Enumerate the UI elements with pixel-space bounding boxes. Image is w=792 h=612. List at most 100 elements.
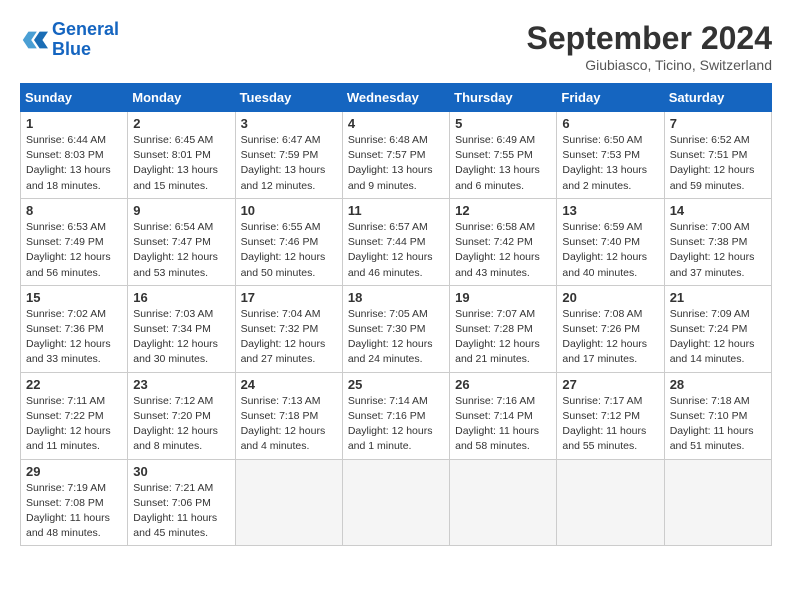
col-tuesday: Tuesday [235, 84, 342, 112]
day-info: Sunrise: 6:52 AMSunset: 7:51 PMDaylight:… [670, 133, 766, 194]
day-number: 8 [26, 203, 122, 218]
calendar-day-30: 30 Sunrise: 7:21 AMSunset: 7:06 PMDayligh… [128, 459, 235, 546]
logo-text: General Blue [52, 20, 119, 60]
calendar-day-15: 15Sunrise: 7:02 AMSunset: 7:36 PMDayligh… [21, 285, 128, 372]
day-info: Sunrise: 6:50 AMSunset: 7:53 PMDaylight:… [562, 133, 658, 194]
calendar-day-21: 21 Sunrise: 7:09 AMSunset: 7:24 PMDayligh… [664, 285, 771, 372]
calendar-day-17: 17Sunrise: 7:04 AMSunset: 7:32 PMDayligh… [235, 285, 342, 372]
calendar-day-19: 19 Sunrise: 7:07 AMSunset: 7:28 PMDayligh… [450, 285, 557, 372]
day-info: Sunrise: 7:18 AMSunset: 7:10 PMDaylight:… [670, 394, 766, 455]
day-info: Sunrise: 7:14 AMSunset: 7:16 PMDaylight:… [348, 394, 444, 455]
day-number: 17 [241, 290, 337, 305]
day-number: 23 [133, 377, 229, 392]
calendar-day-9: 9 Sunrise: 6:54 AMSunset: 7:47 PMDaylight… [128, 198, 235, 285]
month-title: September 2024 [527, 20, 772, 57]
day-info: Sunrise: 7:03 AMSunset: 7:34 PMDaylight:… [133, 307, 229, 368]
day-info: Sunrise: 7:02 AMSunset: 7:36 PMDaylight:… [26, 307, 122, 368]
day-number: 25 [348, 377, 444, 392]
day-number: 10 [241, 203, 337, 218]
day-number: 28 [670, 377, 766, 392]
calendar-day-11: 11Sunrise: 6:57 AMSunset: 7:44 PMDayligh… [342, 198, 449, 285]
day-info: Sunrise: 7:19 AMSunset: 7:08 PMDaylight:… [26, 481, 122, 542]
day-info: Sunrise: 7:09 AMSunset: 7:24 PMDaylight:… [670, 307, 766, 368]
calendar-day-empty [664, 459, 771, 546]
day-number: 20 [562, 290, 658, 305]
day-info: Sunrise: 7:13 AMSunset: 7:18 PMDaylight:… [241, 394, 337, 455]
calendar-day-10: 10 Sunrise: 6:55 AMSunset: 7:46 PMDayligh… [235, 198, 342, 285]
calendar-body: 1 Sunrise: 6:44 AMSunset: 8:03 PMDaylight… [21, 112, 772, 546]
day-info: Sunrise: 6:54 AMSunset: 7:47 PMDaylight:… [133, 220, 229, 281]
calendar-day-22: 22 Sunrise: 7:11 AMSunset: 7:22 PMDayligh… [21, 372, 128, 459]
calendar-day-13: 13 Sunrise: 6:59 AMSunset: 7:40 PMDayligh… [557, 198, 664, 285]
calendar-day-23: 23Sunrise: 7:12 AMSunset: 7:20 PMDayligh… [128, 372, 235, 459]
logo-line2: Blue [52, 39, 91, 59]
day-info: Sunrise: 6:49 AMSunset: 7:55 PMDaylight:… [455, 133, 551, 194]
logo-icon [20, 26, 48, 54]
day-number: 12 [455, 203, 551, 218]
day-info: Sunrise: 6:55 AMSunset: 7:46 PMDaylight:… [241, 220, 337, 281]
day-number: 2 [133, 116, 229, 131]
location: Giubiasco, Ticino, Switzerland [527, 57, 772, 73]
day-number: 21 [670, 290, 766, 305]
day-number: 4 [348, 116, 444, 131]
calendar-day-27: 27Sunrise: 7:17 AMSunset: 7:12 PMDayligh… [557, 372, 664, 459]
calendar-day-8: 8 Sunrise: 6:53 AMSunset: 7:49 PMDaylight… [21, 198, 128, 285]
day-number: 19 [455, 290, 551, 305]
calendar-day-3: 3 Sunrise: 6:47 AMSunset: 7:59 PMDaylight… [235, 112, 342, 199]
calendar-day-12: 12 Sunrise: 6:58 AMSunset: 7:42 PMDayligh… [450, 198, 557, 285]
calendar-day-empty [342, 459, 449, 546]
day-info: Sunrise: 7:07 AMSunset: 7:28 PMDaylight:… [455, 307, 551, 368]
day-number: 30 [133, 464, 229, 479]
day-number: 1 [26, 116, 122, 131]
day-info: Sunrise: 6:59 AMSunset: 7:40 PMDaylight:… [562, 220, 658, 281]
calendar-day-14: 14 Sunrise: 7:00 AMSunset: 7:38 PMDayligh… [664, 198, 771, 285]
calendar-day-4: 4 Sunrise: 6:48 AMSunset: 7:57 PMDaylight… [342, 112, 449, 199]
day-info: Sunrise: 6:45 AMSunset: 8:01 PMDaylight:… [133, 133, 229, 194]
day-info: Sunrise: 7:11 AMSunset: 7:22 PMDaylight:… [26, 394, 122, 455]
day-number: 16 [133, 290, 229, 305]
calendar-week-3: 15Sunrise: 7:02 AMSunset: 7:36 PMDayligh… [21, 285, 772, 372]
calendar-day-empty [450, 459, 557, 546]
day-number: 26 [455, 377, 551, 392]
calendar-day-6: 6Sunrise: 6:50 AMSunset: 7:53 PMDaylight… [557, 112, 664, 199]
day-info: Sunrise: 7:08 AMSunset: 7:26 PMDaylight:… [562, 307, 658, 368]
logo: General Blue [20, 20, 119, 60]
day-number: 24 [241, 377, 337, 392]
day-number: 27 [562, 377, 658, 392]
calendar-day-2: 2 Sunrise: 6:45 AMSunset: 8:01 PMDaylight… [128, 112, 235, 199]
calendar-day-16: 16 Sunrise: 7:03 AMSunset: 7:34 PMDayligh… [128, 285, 235, 372]
calendar-week-2: 8 Sunrise: 6:53 AMSunset: 7:49 PMDaylight… [21, 198, 772, 285]
col-monday: Monday [128, 84, 235, 112]
calendar-day-25: 25 Sunrise: 7:14 AMSunset: 7:16 PMDayligh… [342, 372, 449, 459]
calendar-day-empty [235, 459, 342, 546]
day-info: Sunrise: 7:21 AMSunset: 7:06 PMDaylight:… [133, 481, 229, 542]
day-info: Sunrise: 6:58 AMSunset: 7:42 PMDaylight:… [455, 220, 551, 281]
day-number: 11 [348, 203, 444, 218]
calendar-day-empty [557, 459, 664, 546]
day-number: 9 [133, 203, 229, 218]
day-number: 13 [562, 203, 658, 218]
day-info: Sunrise: 6:44 AMSunset: 8:03 PMDaylight:… [26, 133, 122, 194]
day-number: 3 [241, 116, 337, 131]
day-number: 22 [26, 377, 122, 392]
calendar-day-7: 7Sunrise: 6:52 AMSunset: 7:51 PMDaylight… [664, 112, 771, 199]
calendar-day-24: 24 Sunrise: 7:13 AMSunset: 7:18 PMDayligh… [235, 372, 342, 459]
calendar-day-1: 1 Sunrise: 6:44 AMSunset: 8:03 PMDaylight… [21, 112, 128, 199]
logo-line1: General [52, 19, 119, 39]
day-info: Sunrise: 6:47 AMSunset: 7:59 PMDaylight:… [241, 133, 337, 194]
col-sunday: Sunday [21, 84, 128, 112]
day-number: 14 [670, 203, 766, 218]
day-info: Sunrise: 6:48 AMSunset: 7:57 PMDaylight:… [348, 133, 444, 194]
day-number: 18 [348, 290, 444, 305]
calendar-day-26: 26Sunrise: 7:16 AMSunset: 7:14 PMDayligh… [450, 372, 557, 459]
day-info: Sunrise: 7:00 AMSunset: 7:38 PMDaylight:… [670, 220, 766, 281]
calendar-table: Sunday Monday Tuesday Wednesday Thursday… [20, 83, 772, 546]
col-friday: Friday [557, 84, 664, 112]
calendar-week-1: 1 Sunrise: 6:44 AMSunset: 8:03 PMDaylight… [21, 112, 772, 199]
day-info: Sunrise: 6:53 AMSunset: 7:49 PMDaylight:… [26, 220, 122, 281]
day-info: Sunrise: 7:05 AMSunset: 7:30 PMDaylight:… [348, 307, 444, 368]
col-wednesday: Wednesday [342, 84, 449, 112]
calendar-day-5: 5Sunrise: 6:49 AMSunset: 7:55 PMDaylight… [450, 112, 557, 199]
calendar-week-4: 22 Sunrise: 7:11 AMSunset: 7:22 PMDayligh… [21, 372, 772, 459]
col-saturday: Saturday [664, 84, 771, 112]
